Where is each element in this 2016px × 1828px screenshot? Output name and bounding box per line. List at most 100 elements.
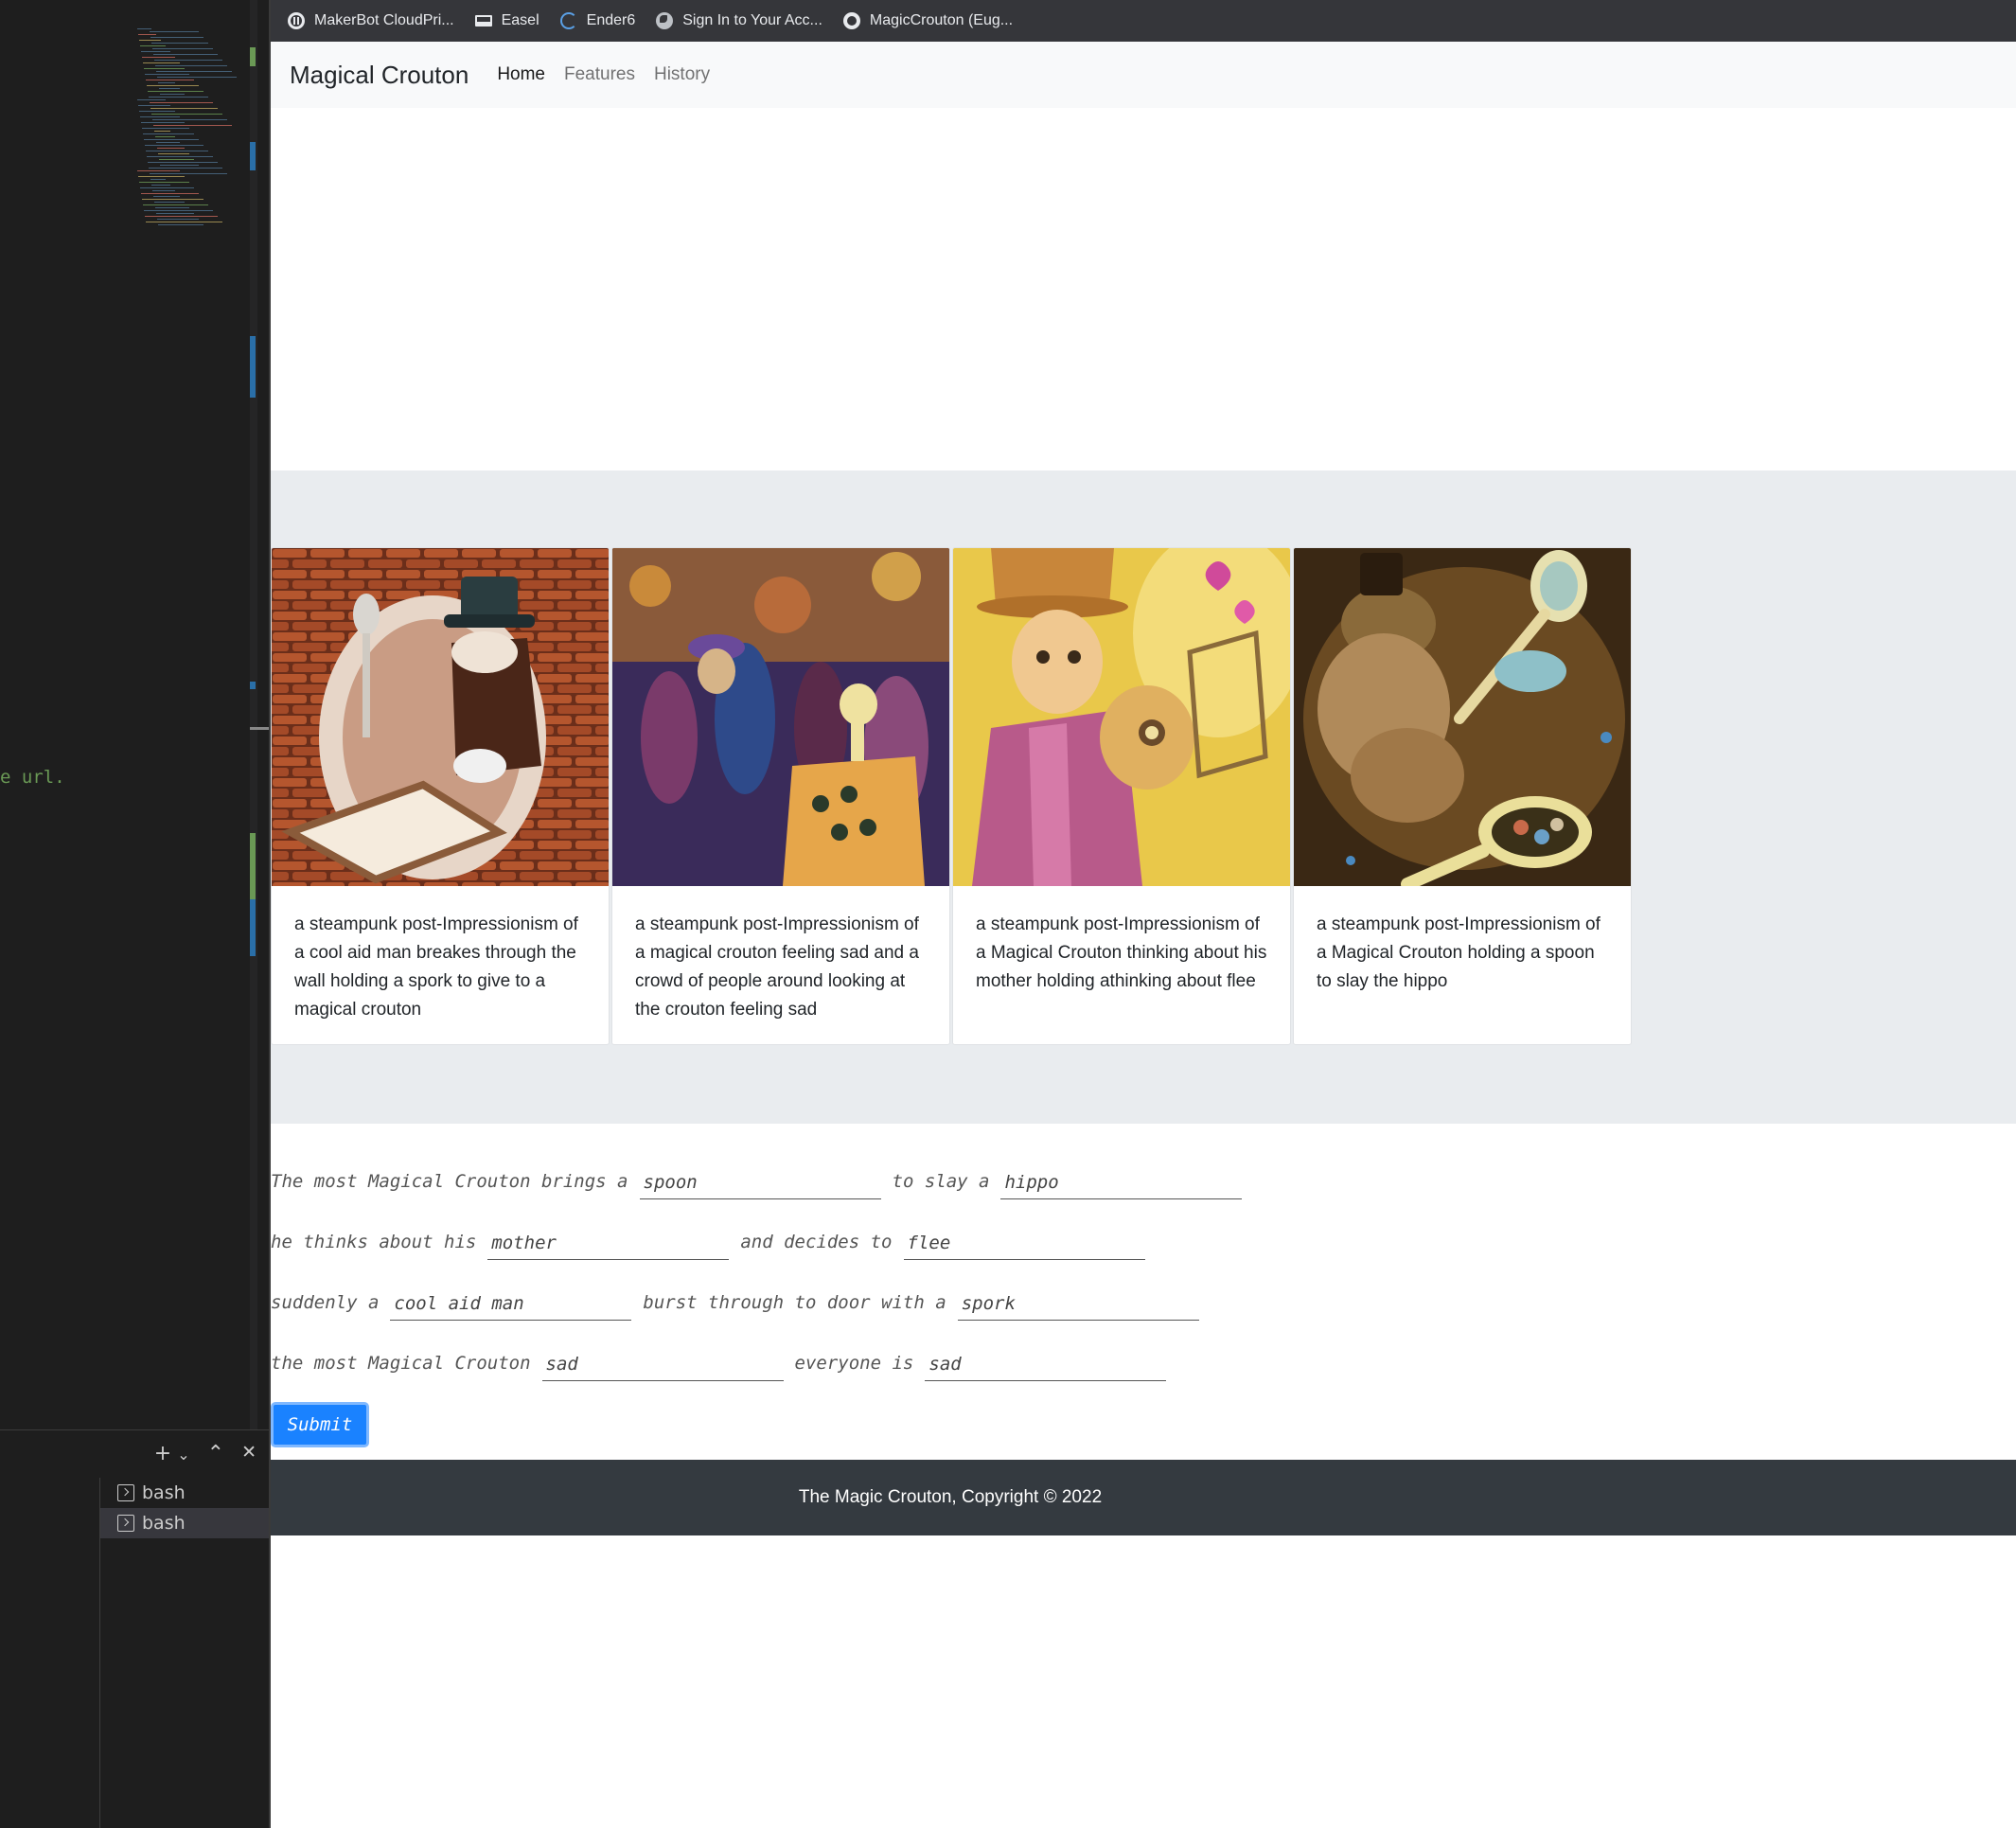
minimap-line	[154, 202, 185, 203]
minimap-line	[148, 91, 203, 92]
editor-minimap[interactable]	[133, 28, 251, 227]
minimap-line	[159, 159, 194, 160]
thought-input[interactable]	[487, 1226, 730, 1260]
chevron-down-icon[interactable]: ⌄	[177, 1447, 189, 1464]
easel-icon	[474, 15, 492, 27]
minimap-line	[152, 190, 175, 191]
gutter-change-marker	[250, 833, 256, 899]
minimap-line	[158, 82, 175, 83]
nav-history[interactable]: History	[654, 64, 710, 85]
maximize-panel-icon[interactable]: ⌃	[207, 1444, 224, 1464]
terminal-actions: + ⌄ ⌃ ✕	[154, 1444, 256, 1464]
minimap-line	[140, 116, 180, 117]
minimap-line	[155, 207, 189, 208]
minimap-line	[143, 133, 194, 134]
makerbot-icon	[288, 12, 305, 29]
bookmark-easel[interactable]: Easel	[474, 12, 539, 29]
minimap-line	[150, 31, 199, 32]
bookmark-makerbot[interactable]: MakerBot CloudPri...	[288, 12, 454, 29]
gutter-change-marker	[250, 336, 256, 398]
minimap-line	[155, 65, 227, 66]
minimap-line	[145, 74, 189, 75]
character-input[interactable]	[390, 1287, 632, 1321]
bookmark-label: MakerBot CloudPri...	[314, 12, 454, 28]
minimap-line	[142, 199, 203, 200]
close-icon[interactable]: ✕	[241, 1444, 256, 1464]
minimap-line	[147, 156, 213, 157]
minimap-line	[139, 111, 175, 112]
minimap-line	[144, 68, 185, 69]
minimap-line	[138, 105, 170, 106]
image-card: a steampunk post-Impressionism of a Magi…	[952, 547, 1291, 1045]
image-card: a steampunk post-Impressionism of a magi…	[611, 547, 950, 1045]
nav-home[interactable]: Home	[497, 64, 545, 85]
minimap-line	[147, 85, 199, 86]
browser-window: MakerBot CloudPri... Easel Ender6 Sign I…	[271, 0, 2016, 1828]
terminal-tab[interactable]: bash	[100, 1478, 270, 1508]
card-caption: a steampunk post-Impressionism of a magi…	[635, 914, 919, 1020]
bookmark-sign-in[interactable]: Sign In to Your Acc...	[656, 12, 822, 29]
minimap-line	[156, 142, 180, 143]
minimap-line	[137, 28, 151, 29]
minimap-line	[150, 179, 166, 180]
image-card: a steampunk post-Impressionism of a Magi…	[1293, 547, 1632, 1045]
bookmark-github[interactable]: MagicCrouton (Eug...	[842, 12, 1014, 29]
terminal-tab[interactable]: bash	[100, 1508, 270, 1538]
minimap-line	[141, 122, 185, 123]
minimap-line	[150, 102, 213, 103]
minimap-line	[145, 145, 203, 146]
code-comment-fragment: e url.	[0, 767, 65, 788]
minimap-line	[142, 57, 175, 58]
card-image	[1294, 548, 1631, 886]
minimap-line	[149, 168, 222, 169]
gutter-change-marker	[250, 682, 256, 689]
scroll-position-marker	[250, 727, 269, 730]
add-terminal-icon[interactable]: +	[154, 1444, 171, 1464]
minimap-line	[151, 185, 170, 186]
minimap-line	[160, 94, 185, 95]
navbar-brand[interactable]: Magical Crouton	[290, 61, 469, 90]
bookmark-ender6[interactable]: Ender6	[559, 12, 636, 29]
minimap-line	[142, 128, 189, 129]
minimap-line	[153, 125, 232, 126]
sentence-text: everyone is	[794, 1353, 914, 1374]
minimap-line	[140, 45, 166, 46]
minimap-line	[152, 119, 227, 120]
terminal-icon	[117, 1515, 134, 1532]
terminal-panel: + ⌄ ⌃ ✕ bash bash	[0, 1429, 270, 1828]
sentence-text: burst through to door with a	[643, 1292, 946, 1313]
form-row: suddenly a burst through to door with a	[271, 1283, 1211, 1321]
minimap-line	[157, 77, 237, 78]
action-input[interactable]	[903, 1226, 1145, 1260]
target-input[interactable]	[1000, 1165, 1243, 1199]
minimap-line	[151, 114, 222, 115]
form-row: The most Magical Crouton brings a to sla…	[271, 1162, 1253, 1199]
bookmark-label: MagicCrouton (Eug...	[869, 12, 1014, 28]
minimap-line	[137, 170, 180, 171]
minimap-line	[144, 210, 213, 211]
form-row: he thinks about his and decides to	[271, 1222, 1157, 1260]
feeling-input[interactable]	[541, 1347, 784, 1381]
minimap-line	[150, 108, 218, 109]
card-row: a steampunk post-Impressionism of a cool…	[271, 547, 1634, 1045]
minimap-line	[154, 60, 222, 61]
submit-button[interactable]: Submit	[271, 1402, 369, 1447]
minimap-line	[158, 153, 189, 154]
sentence-text: The most Magical Crouton brings a	[271, 1171, 628, 1192]
minimap-line	[155, 136, 175, 137]
terminal-list: bash bash	[99, 1478, 270, 1828]
minimap-line	[154, 131, 170, 132]
minimap-line	[150, 37, 203, 38]
minimap-line	[150, 173, 227, 174]
card-caption: a steampunk post-Impressionism of a Magi…	[1317, 914, 1600, 991]
terminal-icon	[117, 1484, 134, 1501]
card-image	[612, 548, 949, 886]
nav-features[interactable]: Features	[564, 64, 635, 85]
everyone-feeling-input[interactable]	[925, 1347, 1167, 1381]
minimap-line	[158, 224, 203, 225]
bookmark-label: Ender6	[586, 12, 636, 28]
editor-scrollbar[interactable]	[250, 0, 257, 1429]
sentence-text: the most Magical Crouton	[271, 1353, 531, 1374]
object-input[interactable]	[639, 1165, 881, 1199]
item-input[interactable]	[957, 1287, 1199, 1321]
